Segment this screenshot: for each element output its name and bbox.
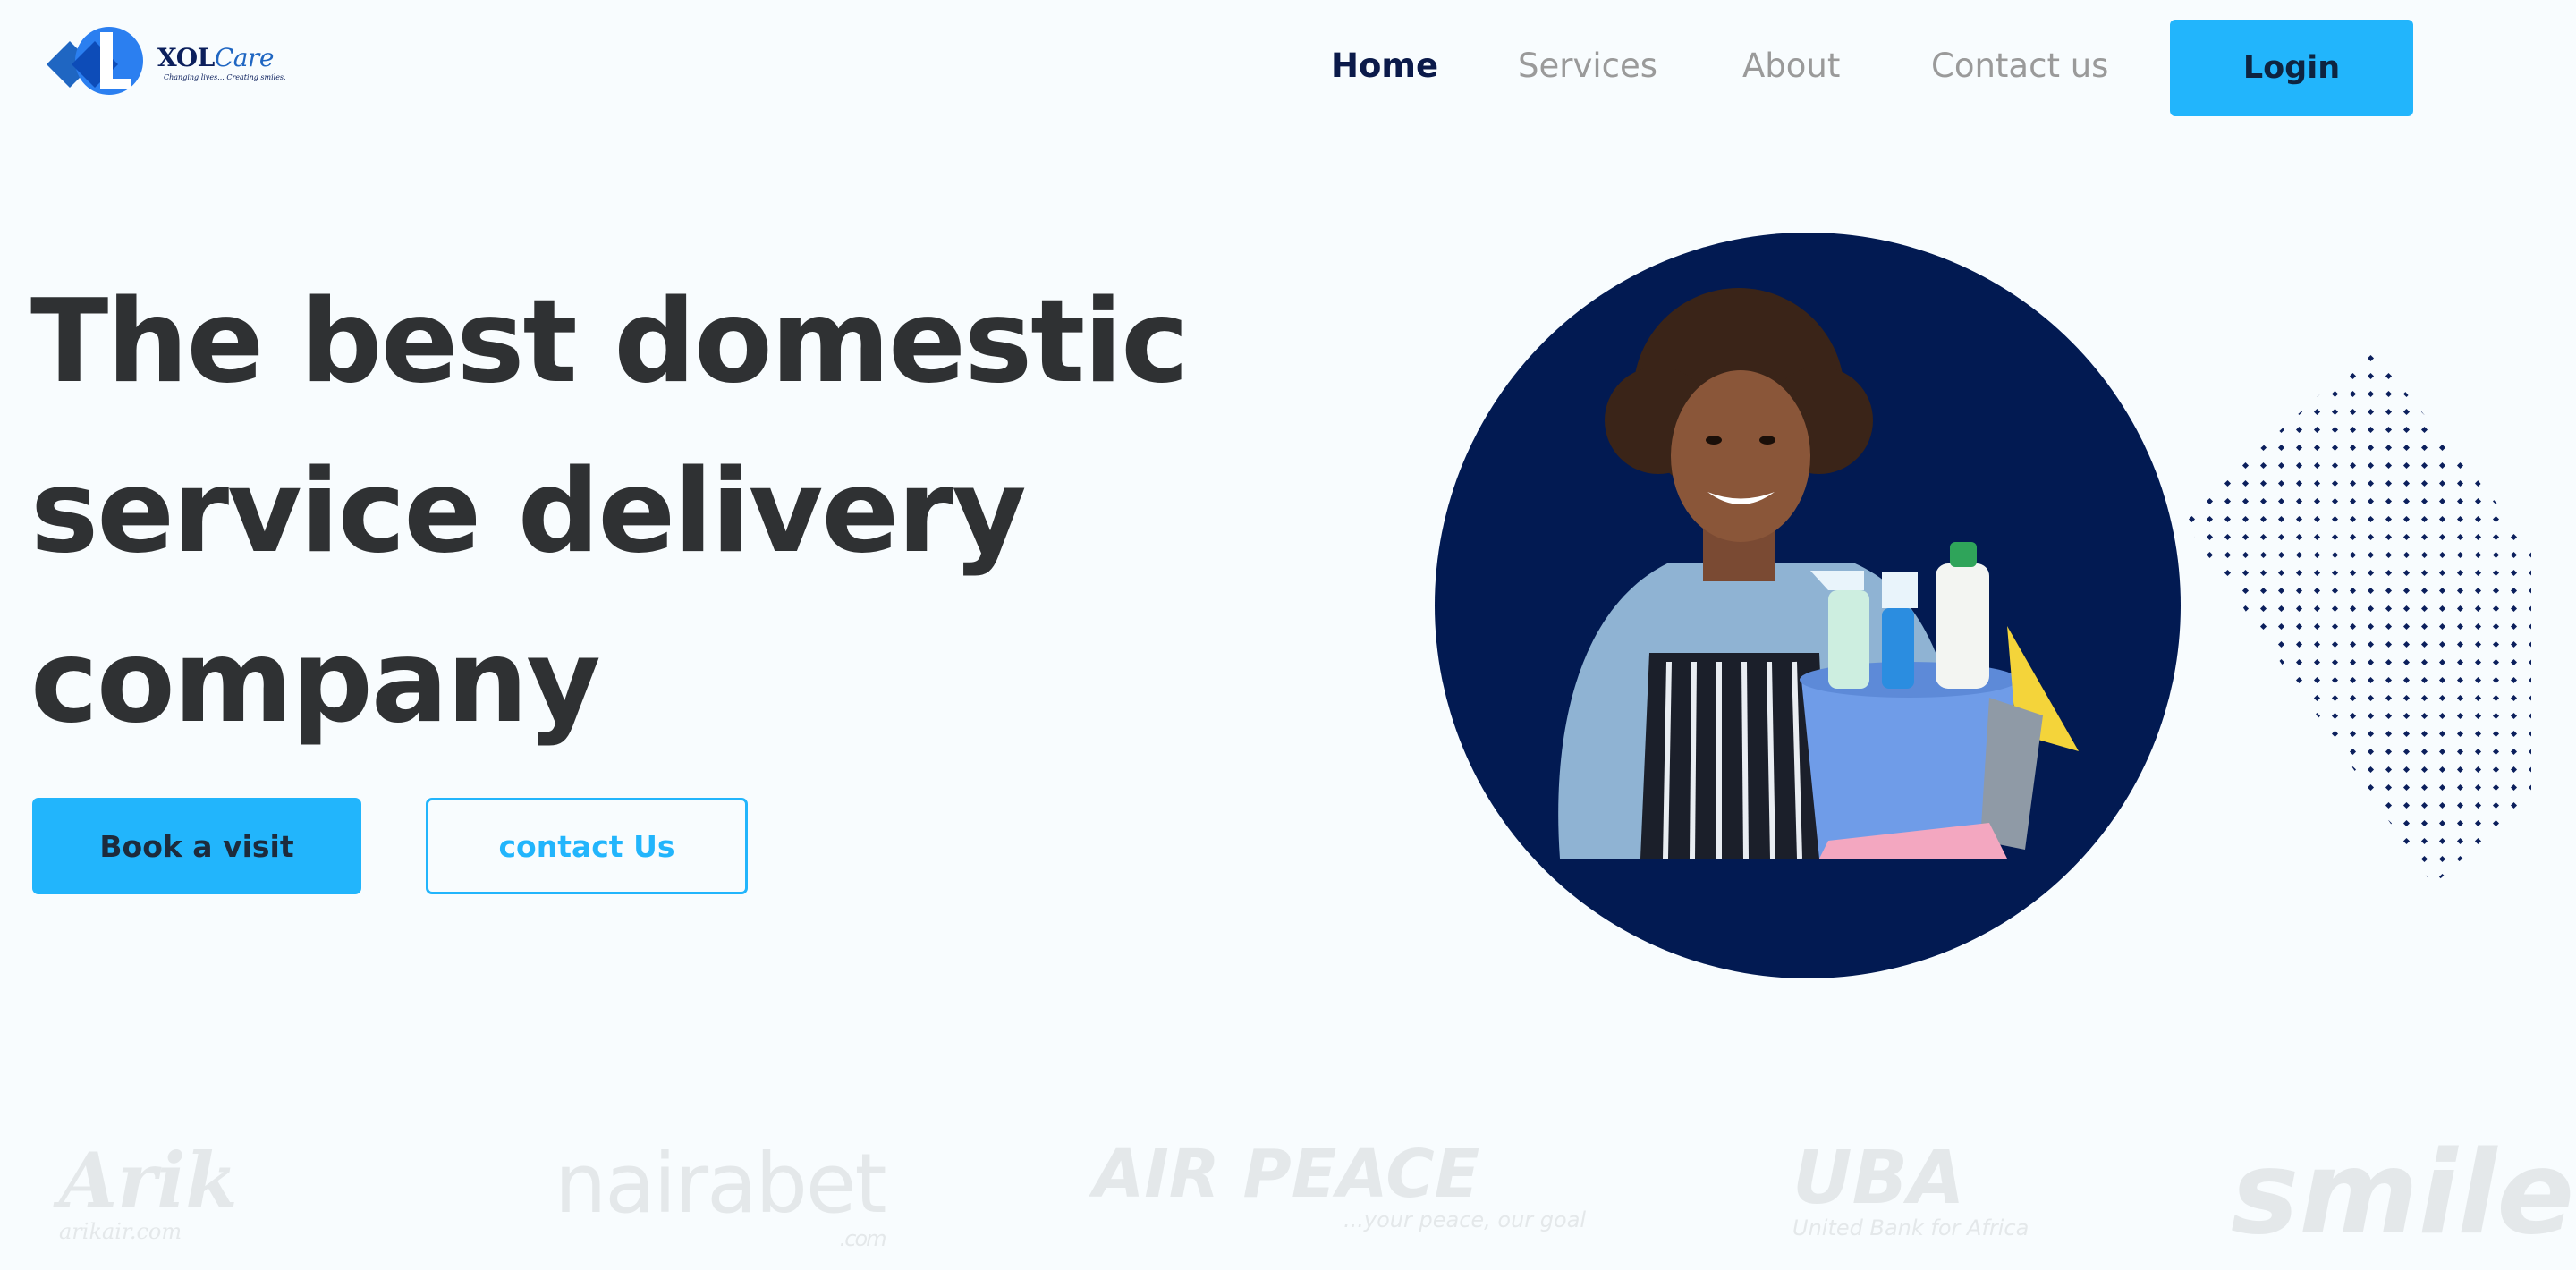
brand-logo[interactable]: XOLCare Changing lives... Creating smile… — [45, 25, 286, 104]
book-visit-button[interactable]: Book a visit — [32, 798, 361, 894]
partner-logo-uba: UBA United Bank for Africa — [1792, 1136, 2029, 1240]
hero-image — [1435, 233, 2181, 978]
nav-about[interactable]: About — [1742, 47, 1840, 85]
decorative-dot-pattern — [2182, 349, 2531, 885]
cleaner-illustration — [1558, 288, 2079, 859]
partner-logo-nairabet: nairabet .com — [555, 1136, 887, 1251]
partner-logo-arik: Arik arikair.com — [59, 1136, 238, 1244]
contact-us-button[interactable]: contact Us — [426, 798, 748, 894]
partner-logo-air-peace: AIR PEACE ...your peace, our goal — [1093, 1136, 1587, 1232]
login-button[interactable]: Login — [2170, 20, 2413, 116]
nav-home[interactable]: Home — [1331, 47, 1438, 85]
nav-services[interactable]: Services — [1518, 47, 1657, 85]
brand-tagline: Changing lives... Creating smiles. — [164, 73, 286, 81]
hero-title: The best domestic service delivery compa… — [30, 275, 1189, 749]
partner-logo-smile: smile — [2231, 1127, 2575, 1260]
nav-contact-us[interactable]: Contact us — [1931, 47, 2108, 85]
logo-mark-icon — [47, 27, 143, 95]
brand-name: XOLCare — [157, 43, 274, 72]
